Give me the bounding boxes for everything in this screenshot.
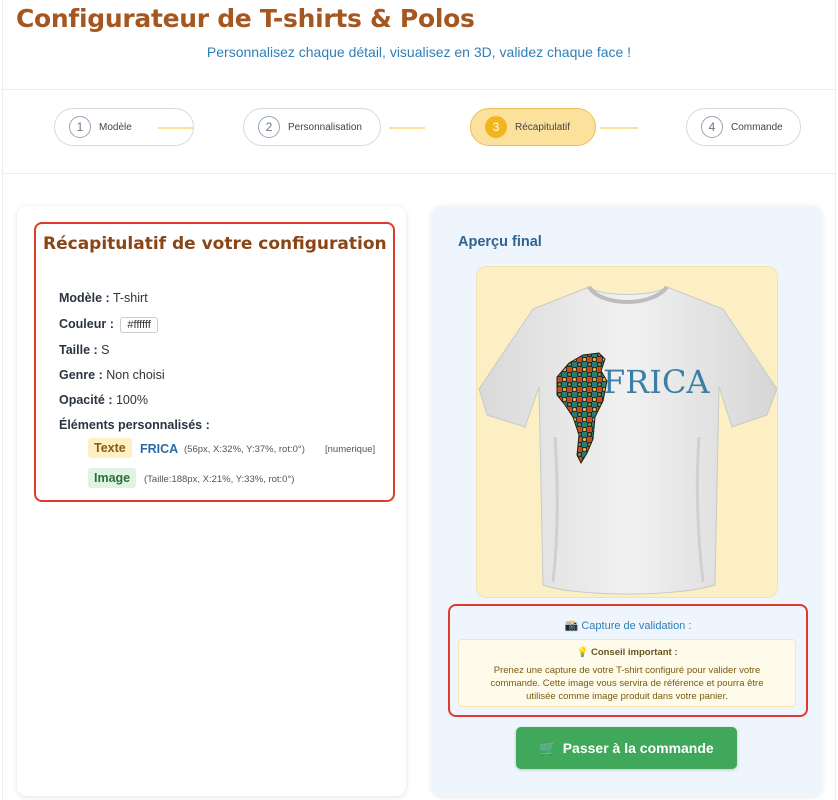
summary-size-label: Taille :: [59, 343, 98, 357]
summary-color: Couleur : #ffffff: [59, 317, 158, 333]
text-element-details: (56px, X:32%, Y:37%, rot:0°): [184, 444, 305, 455]
summary-size-value: S: [101, 343, 110, 357]
page-title: Configurateur de T-shirts & Polos: [16, 4, 475, 33]
step-number: 1: [69, 116, 91, 138]
summary-gender-label: Genre :: [59, 368, 103, 382]
order-button-label: Passer à la commande: [562, 740, 714, 756]
capture-label: 📸 Capture de validation :: [448, 619, 808, 632]
step-connector: [389, 127, 425, 129]
text-element-font: [numerique]: [325, 444, 376, 455]
summary-title: Récapitulatif de votre configuration: [43, 234, 387, 254]
summary-opacity-label: Opacité :: [59, 393, 113, 407]
summary-elements-label: Éléments personnalisés :: [59, 418, 210, 432]
step-connector: [600, 127, 638, 129]
summary-color-label: Couleur :: [59, 317, 114, 331]
step-label: Récapitulatif: [515, 121, 571, 133]
summary-model: Modèle : T-shirt: [59, 291, 148, 305]
preview-title: Aperçu final: [458, 234, 542, 250]
order-button[interactable]: 🛒 Passer à la commande: [516, 727, 737, 769]
step-number: 4: [701, 116, 723, 138]
summary-model-label: Modèle :: [59, 291, 110, 305]
text-element-value: FRICA: [140, 442, 179, 456]
step-label: Commande: [731, 121, 783, 133]
lightbulb-icon: 💡: [576, 647, 589, 658]
camera-icon: 📸: [564, 620, 579, 632]
step-connector: [158, 127, 194, 129]
divider: [2, 173, 836, 174]
tshirt-preview[interactable]: FRICA: [476, 266, 778, 598]
step-recapitulatif[interactable]: 3 Récapitulatif: [470, 108, 596, 146]
step-commande[interactable]: 4 Commande: [686, 108, 801, 146]
summary-gender-value: Non choisi: [106, 368, 165, 382]
summary-elements: Éléments personnalisés :: [59, 418, 210, 432]
summary-opacity: Opacité : 100%: [59, 393, 148, 407]
tshirt-image: FRICA: [478, 285, 777, 595]
tip-box: 💡 Conseil important : Prenez une capture…: [458, 639, 796, 707]
capture-label-text: Capture de validation :: [581, 620, 692, 632]
summary-opacity-value: 100%: [115, 393, 148, 407]
text-element-badge: Texte: [88, 438, 132, 458]
summary-model-value: T-shirt: [112, 291, 148, 305]
step-label: Modèle: [99, 121, 132, 133]
summary-gender: Genre : Non choisi: [59, 368, 165, 382]
divider: [2, 89, 836, 90]
tip-body: Prenez une capture de votre T-shirt conf…: [490, 665, 764, 702]
image-element-badge: Image: [88, 468, 137, 488]
step-personnalisation[interactable]: 2 Personnalisation: [243, 108, 381, 146]
step-number: 2: [258, 116, 280, 138]
color-swatch-value: #ffffff: [120, 317, 158, 333]
step-label: Personnalisation: [288, 121, 362, 133]
cart-icon: 🛒: [539, 739, 557, 756]
tip-title: 💡 Conseil important :: [459, 647, 795, 658]
tshirt-print-text: FRICA: [603, 363, 710, 401]
page-subtitle: Personnalisez chaque détail, visualisez …: [206, 44, 632, 60]
image-element-details: (Taille:188px, X:21%, Y:33%, rot:0°): [144, 474, 295, 485]
step-number: 3: [485, 116, 507, 138]
summary-highlight: [34, 222, 395, 502]
summary-size: Taille : S: [59, 343, 110, 357]
tip-title-text: Conseil important :: [590, 647, 678, 658]
